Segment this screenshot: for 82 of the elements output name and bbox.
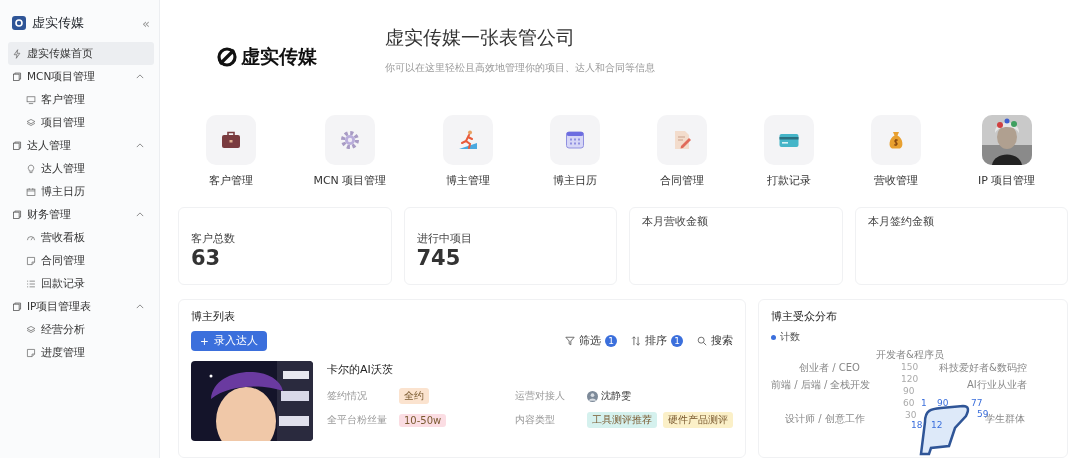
sidebar-item[interactable]: 博主日历 <box>8 180 154 203</box>
page-title: 虚实传媒一张表管公司 <box>385 25 576 51</box>
bolt-icon <box>12 48 22 59</box>
axis-label: 创业者 / CEO <box>799 361 860 375</box>
sidebar-item[interactable]: 客户管理 <box>8 88 154 111</box>
chevron-up-icon[interactable] <box>136 143 144 148</box>
value-label: 90 <box>937 398 949 408</box>
person-name: 沈静雯 <box>601 389 631 403</box>
toolbar-button[interactable]: 搜索 <box>697 334 733 348</box>
sidebar-item[interactable]: 营收看板 <box>8 226 154 249</box>
sidebar-group[interactable]: MCN项目管理 <box>8 65 154 88</box>
legend-label: 计数 <box>780 330 800 344</box>
tag: 全约 <box>399 388 429 404</box>
chevron-up-icon[interactable] <box>136 74 144 79</box>
tick-label: 30 <box>905 410 917 420</box>
toolbar-button[interactable]: 筛选 1 <box>565 334 617 348</box>
tick-label: 120 <box>901 374 919 384</box>
monitor-icon <box>26 94 36 105</box>
list-icon <box>26 278 36 289</box>
note-icon <box>26 347 36 358</box>
tag: 10-50w <box>399 413 447 427</box>
sidebar-item[interactable]: 项目管理 <box>8 111 154 134</box>
sidebar-item[interactable]: 经营分析 <box>8 318 154 341</box>
stat-label: 进行中项目 <box>416 230 473 246</box>
avatar-icon <box>587 390 598 402</box>
stat-label: 本月签约金额 <box>867 214 935 230</box>
blogger-name: 卡尔的AI沃茨 <box>327 362 394 377</box>
brand-name: 虚实传媒 <box>32 14 84 32</box>
copy-icon <box>12 140 22 151</box>
axis-label: 科技爱好者&数码控 <box>939 361 1027 375</box>
tick-label: 60 <box>903 398 915 408</box>
add-blogger-button[interactable]: + 录入达人 <box>191 331 267 351</box>
copy-icon <box>12 71 22 82</box>
logo-text: 虚实传媒 <box>241 44 317 70</box>
stat-value: 63 <box>191 245 222 270</box>
toolbar-button[interactable]: 排序 1 <box>631 334 683 348</box>
value-label: 18 <box>911 420 923 430</box>
sidebar-group[interactable]: IP项目管理表 <box>8 295 154 318</box>
sidebar-item[interactable]: 合同管理 <box>8 249 154 272</box>
calendar-icon <box>26 186 36 197</box>
field-label: 全平台粉丝量 <box>327 413 388 427</box>
chevron-up-icon[interactable] <box>136 304 144 309</box>
tick-label: 150 <box>901 362 919 372</box>
stat-value: 745 <box>416 245 462 270</box>
app-logo-icon <box>12 16 26 30</box>
lightbulb-icon <box>26 163 36 174</box>
field-label: 签约情况 <box>327 389 368 403</box>
sidebar-group[interactable]: 达人管理 <box>8 134 154 157</box>
sidebar-item[interactable]: 进度管理 <box>8 341 154 364</box>
note-icon <box>26 255 36 266</box>
axis-label: 设计师 / 创意工作 <box>785 412 865 426</box>
stat-label: 本月营收金额 <box>642 214 709 230</box>
axis-label: 开发者&程序员 <box>876 348 944 362</box>
filter-icon <box>565 336 575 346</box>
tag: 工具测评推荐 <box>587 412 657 428</box>
tick-label: 90 <box>903 386 915 396</box>
sidebar-item[interactable]: 虚实传媒首页 <box>8 42 154 65</box>
page-subtitle: 你可以在这里轻松且高效地管理你的项目、达人和合同等信息 <box>385 61 655 76</box>
sidebar-item[interactable]: 达人管理 <box>8 157 154 180</box>
axis-label: AI行业从业者 <box>967 378 1027 392</box>
sidebar-group[interactable]: 财务管理 <box>8 203 154 226</box>
value-label: 77 <box>971 398 983 408</box>
copy-icon <box>12 209 22 220</box>
chevron-up-icon[interactable] <box>136 212 144 217</box>
sidebar-item[interactable]: 回款记录 <box>8 272 154 295</box>
legend-dot <box>771 334 776 340</box>
copy-icon <box>12 301 22 312</box>
card-title: 博主列表 <box>191 309 236 324</box>
layers-icon <box>26 117 36 128</box>
value-label: 1 <box>921 398 927 408</box>
axis-label: 前端 / 后端 / 全栈开发 <box>771 378 871 392</box>
stat-label: 客户总数 <box>191 230 236 246</box>
card-title: 博主受众分布 <box>771 309 838 324</box>
tag: 硬件产品测评 <box>663 412 733 428</box>
sort-icon <box>631 336 641 346</box>
logo-icon <box>216 46 238 69</box>
field-label: 运营对接人 <box>515 389 566 403</box>
layers-icon <box>26 324 36 335</box>
shortcut-button[interactable]: MCN 项目管理 <box>313 114 387 200</box>
search-icon <box>697 336 707 346</box>
field-label: 内容类型 <box>515 413 556 427</box>
value-label: 12 <box>931 420 943 430</box>
